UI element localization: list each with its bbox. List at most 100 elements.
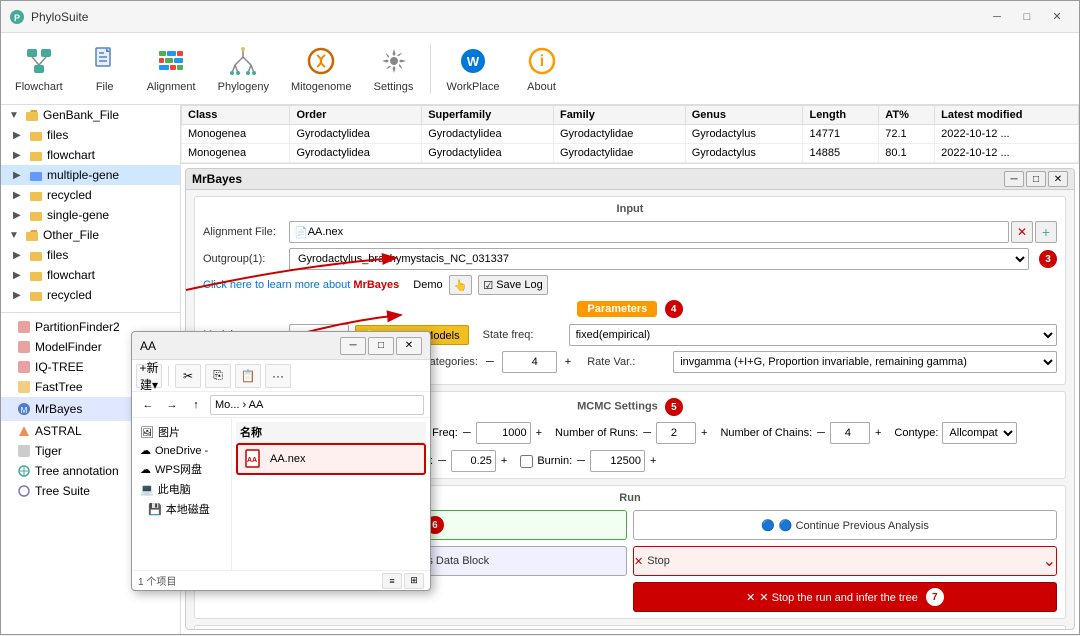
sidebar-recycled2-label: recycled <box>47 288 172 302</box>
localdir-icon: 💾 <box>148 503 162 516</box>
gamma-input[interactable] <box>502 351 557 373</box>
stop-infer-button[interactable]: ✕ ✕ Stop the run and infer the tree 7 <box>633 582 1057 612</box>
explorer-controls: ─ □ ✕ <box>340 337 422 355</box>
mrbayes-tool-icon: M <box>17 402 31 416</box>
contype-select[interactable]: Allcompat <box>942 422 1017 444</box>
folder-icon <box>29 148 43 162</box>
toolbar-settings[interactable]: Settings <box>364 37 424 101</box>
runs-input[interactable] <box>656 422 696 444</box>
sidebar-pictures[interactable]: 🖼 图片 <box>136 422 227 442</box>
sidebar-item-multiple-gene[interactable]: ▶ multiple-gene <box>1 165 180 185</box>
mrbayes-link[interactable]: MrBayes <box>353 279 399 291</box>
continue-button[interactable]: 🔵 🔵 Continue Previous Analysis <box>633 510 1057 540</box>
sidebar-wps[interactable]: ☁ WPS网盘 <box>136 459 227 479</box>
rate-var-select[interactable]: invgamma (+I+G, Proportion invariable, r… <box>673 351 1057 373</box>
new-folder-button[interactable]: +新建▾ <box>136 364 162 388</box>
toolbar-alignment[interactable]: Alignment <box>137 37 206 101</box>
more-button[interactable]: ··· <box>265 364 291 388</box>
sidebar-item-flowchart1[interactable]: ▶ flowchart <box>1 145 180 165</box>
sidebar-item-recycled2[interactable]: ▶ recycled <box>1 285 180 305</box>
nav-up-button[interactable]: ↑ <box>186 395 206 415</box>
cell-superfamily: Gyrodactylidea <box>422 144 554 163</box>
continue-label: 🔵 Continue Previous Analysis <box>779 519 929 532</box>
folder-icon <box>29 128 43 142</box>
state-freq-select[interactable]: fixed(empirical) <box>569 324 1057 346</box>
sidebar-item-files2[interactable]: ▶ files <box>1 245 180 265</box>
explorer-minimize-button[interactable]: ─ <box>340 337 366 355</box>
workplace-icon: W <box>457 45 489 77</box>
phylogeny-label: Phylogeny <box>218 81 269 93</box>
cell-length: 14885 <box>803 144 879 163</box>
panel-minimize-button[interactable]: ─ <box>1004 171 1024 187</box>
explorer-title-bar: AA ─ □ ✕ <box>132 332 430 360</box>
view-controls: ≡ ⊞ <box>382 573 424 589</box>
demo-separator: Demo <box>413 279 442 291</box>
alignment-browse-button[interactable]: + <box>1035 221 1057 243</box>
list-view-button[interactable]: ≡ <box>382 573 402 589</box>
nav-back-button[interactable]: ← <box>138 395 158 415</box>
toolbar-about[interactable]: i About <box>512 37 572 101</box>
burnin-fraction-input[interactable] <box>451 450 496 472</box>
panel-maximize-button[interactable]: □ <box>1026 171 1046 187</box>
sidebar-onedrive[interactable]: ☁ OneDrive - <box>136 442 227 459</box>
stop-button[interactable]: ✕ Stop ⌄ <box>633 546 1057 576</box>
sidebar-item-single-gene[interactable]: ▶ single-gene <box>1 205 180 225</box>
toolbar-phylogeny[interactable]: Phylogeny <box>208 37 279 101</box>
click-here-text[interactable]: Click here to learn more about MrBayes <box>203 279 399 291</box>
minimize-button[interactable]: ─ <box>983 7 1011 27</box>
outgroup-select[interactable]: Gyrodactylus_brachymystacis_NC_031337 <box>289 248 1029 270</box>
title-bar-left: P PhyloSuite <box>9 9 88 25</box>
save-log-button[interactable]: ☑ Save Log <box>478 275 547 295</box>
cut-button[interactable]: ✂ <box>175 364 201 388</box>
sidebar-thispc[interactable]: 💻 此电脑 <box>136 479 227 499</box>
chains-input[interactable] <box>830 422 870 444</box>
expand-icon: ▶ <box>13 270 25 281</box>
close-button[interactable]: ✕ <box>1043 7 1071 27</box>
burnin-checkbox[interactable] <box>520 455 533 468</box>
cell-class: Monogenea <box>182 144 290 163</box>
table-row[interactable]: Monogenea Gyrodactylidea Gyrodactylidea … <box>182 144 1079 163</box>
explorer-nav: ← → ↑ Mo... › AA <box>132 392 430 418</box>
tool-icon <box>17 340 31 354</box>
file-item-aa[interactable]: AA AA.nex <box>236 443 426 475</box>
cell-family: Gyrodactylidae <box>553 125 685 144</box>
sidebar-localdir[interactable]: 💾 本地磁盘 <box>136 499 227 519</box>
sampling-input[interactable] <box>476 422 531 444</box>
expand-icon: ▶ <box>13 150 25 161</box>
expand-icon: ▶ <box>13 190 25 201</box>
toolbar-flowchart[interactable]: Flowchart <box>5 37 73 101</box>
table-row[interactable]: Monogenea Gyrodactylidea Gyrodactylidea … <box>182 125 1079 144</box>
parameters-button[interactable]: Parameters <box>577 301 657 317</box>
explorer-maximize-button[interactable]: □ <box>368 337 394 355</box>
copy-button[interactable]: ⎘ <box>205 364 231 388</box>
tool-icon <box>17 320 31 334</box>
nav-forward-button[interactable]: → <box>162 395 182 415</box>
burnin-input[interactable] <box>590 450 645 472</box>
links-row: Click here to learn more about MrBayes D… <box>203 275 1057 295</box>
folder-icon <box>29 208 43 222</box>
toolbar-workplace[interactable]: W WorkPlace <box>437 37 510 101</box>
sidebar-item-genbank[interactable]: ▼ GenBank_File <box>1 105 180 125</box>
sidebar-item-recycled1[interactable]: ▶ recycled <box>1 185 180 205</box>
folder-icon <box>25 228 39 242</box>
path-text: Mo... › AA <box>215 399 263 411</box>
onedrive-icon: ☁ <box>140 444 151 457</box>
explorer-close-button[interactable]: ✕ <box>396 337 422 355</box>
phylogeny-icon <box>227 45 259 77</box>
toolbar-file[interactable]: File <box>75 37 135 101</box>
sidebar-item-otherfile[interactable]: ▼ Other_File <box>1 225 180 245</box>
sidebar-item-flowchart2[interactable]: ▶ flowchart <box>1 265 180 285</box>
sidebar-item-files1[interactable]: ▶ files <box>1 125 180 145</box>
demo-button[interactable]: 👆 <box>449 275 473 295</box>
col-family: Family <box>553 106 685 125</box>
folder-icon <box>29 188 43 202</box>
alignment-clear-button[interactable]: ✕ <box>1011 221 1033 243</box>
outgroup-label: Outgroup(1): <box>203 253 283 265</box>
paste-button[interactable]: 📋 <box>235 364 261 388</box>
maximize-button[interactable]: □ <box>1013 7 1041 27</box>
col-class: Class <box>182 106 290 125</box>
toolbar-mitogenome[interactable]: Mitogenome <box>281 37 362 101</box>
expand-icon: ▶ <box>13 170 25 181</box>
grid-view-button[interactable]: ⊞ <box>404 573 424 589</box>
panel-close-button[interactable]: ✕ <box>1048 171 1068 187</box>
